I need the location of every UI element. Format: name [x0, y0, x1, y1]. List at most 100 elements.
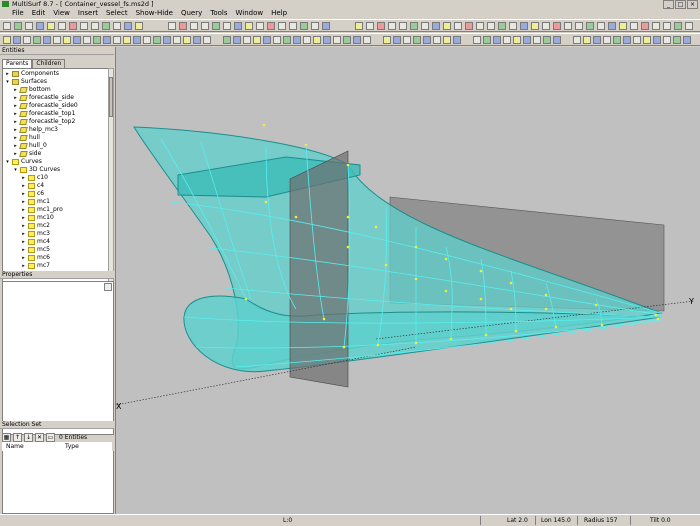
toolbar-button[interactable]: [69, 22, 77, 30]
toolbar-button[interactable]: [603, 36, 611, 44]
toolbar-button[interactable]: [673, 36, 681, 44]
tree-item[interactable]: ▸ mc7: [21, 262, 50, 270]
toolbar-button[interactable]: [509, 22, 517, 30]
toolbar-button[interactable]: [520, 22, 528, 30]
toolbar-button[interactable]: [403, 36, 411, 44]
toolbar-button[interactable]: [267, 22, 275, 30]
control-point[interactable]: [484, 333, 488, 337]
control-point[interactable]: [374, 225, 378, 229]
toolbar-button[interactable]: [633, 36, 641, 44]
toolbar-button[interactable]: [323, 36, 331, 44]
expand-icon[interactable]: ▸: [13, 111, 18, 117]
tree-item[interactable]: ▸ forecastle_top1: [13, 110, 75, 118]
control-point[interactable]: [264, 200, 268, 204]
toolbar-button[interactable]: [393, 36, 401, 44]
toolbar-button[interactable]: [683, 36, 691, 44]
menu-show-hide[interactable]: Show-Hide: [136, 9, 173, 17]
toolbar-button[interactable]: [233, 36, 241, 44]
toolbar-button[interactable]: [273, 36, 281, 44]
control-point[interactable]: [594, 303, 598, 307]
control-point[interactable]: [444, 289, 448, 293]
toolbar-button[interactable]: [13, 36, 21, 44]
toolbar-button[interactable]: [23, 36, 31, 44]
tree-item[interactable]: ▸ bottom: [13, 86, 51, 94]
properties-panel[interactable]: [2, 281, 114, 435]
toolbar-button[interactable]: [630, 22, 638, 30]
toolbar-button[interactable]: [289, 22, 297, 30]
toolbar-button[interactable]: [433, 36, 441, 44]
tree-item[interactable]: ▸ mc3: [21, 230, 50, 238]
toolbar-button[interactable]: [303, 36, 311, 44]
control-point[interactable]: [414, 245, 418, 249]
toolbar-button[interactable]: [583, 36, 591, 44]
tree-item[interactable]: ▸ c4: [21, 182, 44, 190]
toolbar-button[interactable]: [123, 36, 131, 44]
control-point[interactable]: [544, 307, 548, 311]
expand-icon[interactable]: ▾: [5, 159, 10, 165]
toolbar-button[interactable]: [619, 22, 627, 30]
col-type[interactable]: Type: [61, 442, 79, 451]
toolbar-button[interactable]: [355, 22, 363, 30]
expand-icon[interactable]: ▸: [21, 263, 26, 269]
toolbar-button[interactable]: [377, 22, 385, 30]
expand-icon[interactable]: ▸: [21, 231, 26, 237]
expand-icon[interactable]: ▸: [13, 143, 18, 149]
tree-item[interactable]: ▸ forecastle_top2: [13, 118, 75, 126]
menu-edit[interactable]: Edit: [32, 9, 46, 17]
control-point[interactable]: [479, 269, 483, 273]
expand-icon[interactable]: ▸: [21, 215, 26, 221]
toolbar-button[interactable]: [183, 36, 191, 44]
menu-tools[interactable]: Tools: [210, 9, 227, 17]
toolbar-button[interactable]: [25, 22, 33, 30]
toolbar-button[interactable]: [643, 36, 651, 44]
toolbar-button[interactable]: [80, 22, 88, 30]
toolbar-button[interactable]: [322, 22, 330, 30]
toolbar-button[interactable]: [513, 36, 521, 44]
expand-icon[interactable]: ▸: [21, 255, 26, 261]
toolbar-button[interactable]: [597, 22, 605, 30]
tree-item[interactable]: ▾ 3D Curves: [13, 166, 60, 174]
tree-item[interactable]: ▸ mc4: [21, 238, 50, 246]
toolbar-button[interactable]: [283, 36, 291, 44]
expand-icon[interactable]: ▸: [21, 191, 26, 197]
toolbar-button[interactable]: [93, 36, 101, 44]
control-point[interactable]: [376, 343, 380, 347]
toolbar-button[interactable]: [613, 36, 621, 44]
expand-icon[interactable]: ▸: [13, 87, 18, 93]
expand-icon[interactable]: ▸: [13, 151, 18, 157]
toolbar-button[interactable]: [179, 22, 187, 30]
toolbar-button[interactable]: [102, 22, 110, 30]
control-point[interactable]: [656, 317, 660, 321]
control-point[interactable]: [479, 297, 483, 301]
toolbar-button[interactable]: [363, 36, 371, 44]
toolbar-button[interactable]: [543, 36, 551, 44]
model-viewport[interactable]: X Y: [115, 47, 700, 514]
toolbar-button[interactable]: [53, 36, 61, 44]
toolbar-button[interactable]: [653, 36, 661, 44]
toolbar-button[interactable]: [623, 36, 631, 44]
toolbar-button[interactable]: [533, 36, 541, 44]
toolbar-button[interactable]: [313, 36, 321, 44]
tree-item[interactable]: ▸ hull: [13, 134, 40, 142]
toolbar-button[interactable]: [91, 22, 99, 30]
toolbar-button[interactable]: [542, 22, 550, 30]
toolbar-button[interactable]: [523, 36, 531, 44]
control-point[interactable]: [244, 297, 248, 301]
toolbar-button[interactable]: [553, 36, 561, 44]
toolbar-button[interactable]: [399, 22, 407, 30]
control-point[interactable]: [509, 307, 513, 311]
toolbar-button[interactable]: [443, 22, 451, 30]
control-point[interactable]: [346, 245, 350, 249]
toolbar-button[interactable]: [168, 22, 176, 30]
toolbar-button[interactable]: [564, 22, 572, 30]
expand-icon[interactable]: ▸: [13, 119, 18, 125]
toolbar-button[interactable]: [3, 36, 11, 44]
menu-view[interactable]: View: [53, 9, 70, 17]
expand-icon[interactable]: ▸: [21, 223, 26, 229]
toolbar-button[interactable]: [663, 36, 671, 44]
tree-item[interactable]: ▸ mc6: [21, 254, 50, 262]
toolbar-button[interactable]: [193, 36, 201, 44]
toolbar-button[interactable]: [223, 22, 231, 30]
control-point[interactable]: [346, 163, 350, 167]
control-point[interactable]: [322, 317, 326, 321]
